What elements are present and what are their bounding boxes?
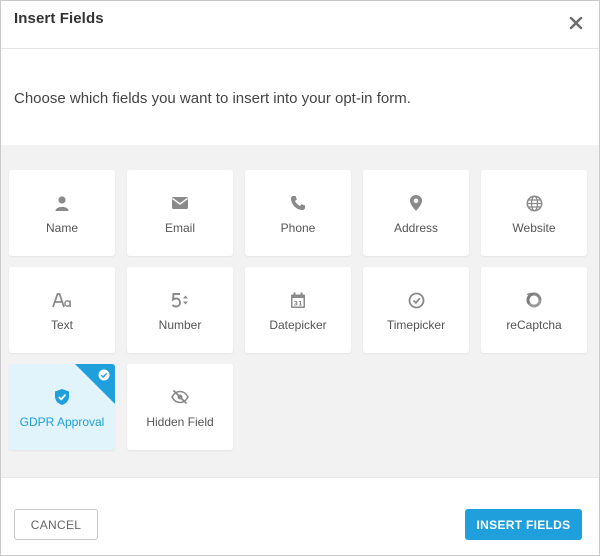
field-tile-recaptcha[interactable]: reCaptcha — [481, 267, 587, 353]
field-tile-address[interactable]: Address — [363, 170, 469, 256]
number-stepper-icon — [127, 291, 233, 309]
field-tile-number[interactable]: Number — [127, 267, 233, 353]
field-tile-label: Name — [45, 221, 78, 235]
text-font-icon — [9, 291, 115, 309]
user-icon — [9, 194, 115, 212]
close-icon[interactable] — [567, 14, 585, 32]
modal-footer: CANCEL INSERT FIELDS — [1, 477, 599, 555]
map-pin-icon — [363, 194, 469, 212]
insert-fields-modal: Insert Fields Choose which fields you wa… — [0, 0, 600, 556]
globe-icon — [481, 194, 587, 212]
field-tile-label: Phone — [280, 221, 316, 235]
field-tile-email[interactable]: Email — [127, 170, 233, 256]
recaptcha-icon — [481, 291, 587, 309]
field-tile-datepicker[interactable]: 31 Datepicker — [245, 267, 351, 353]
field-tile-hidden-field[interactable]: Hidden Field — [127, 364, 233, 450]
check-circle-icon — [98, 369, 110, 381]
field-tile-label: Datepicker — [269, 318, 327, 332]
field-tile-label: Email — [164, 221, 195, 235]
svg-text:31: 31 — [293, 299, 303, 307]
field-tile-label: Number — [158, 318, 202, 332]
field-tile-label: Timepicker — [386, 318, 446, 332]
clock-icon — [363, 291, 469, 309]
modal-header: Insert Fields — [1, 1, 599, 49]
phone-icon — [245, 194, 351, 212]
calendar-icon: 31 — [245, 291, 351, 309]
field-tile-name[interactable]: Name — [9, 170, 115, 256]
eye-slash-icon — [127, 388, 233, 406]
field-tile-timepicker[interactable]: Timepicker — [363, 267, 469, 353]
fields-grid: Name Email Phone Address Website Text Nu… — [1, 145, 599, 477]
envelope-icon — [127, 194, 233, 212]
field-tile-label: Hidden Field — [146, 415, 214, 429]
shield-check-icon — [9, 388, 115, 406]
modal-description: Choose which fields you want to insert i… — [14, 90, 411, 107]
insert-fields-button[interactable]: INSERT FIELDS — [465, 509, 582, 540]
field-tile-text[interactable]: Text — [9, 267, 115, 353]
modal-title: Insert Fields — [14, 10, 104, 27]
field-tile-website[interactable]: Website — [481, 170, 587, 256]
field-tile-phone[interactable]: Phone — [245, 170, 351, 256]
field-tile-label: GDPR Approval — [19, 415, 105, 429]
cancel-button[interactable]: CANCEL — [14, 509, 98, 540]
field-tile-label: Text — [50, 318, 73, 332]
field-tile-label: Website — [512, 221, 556, 235]
field-tile-label: reCaptcha — [506, 318, 562, 332]
field-tile-label: Address — [393, 221, 439, 235]
field-tile-gdpr-approval[interactable]: GDPR Approval — [9, 364, 115, 450]
